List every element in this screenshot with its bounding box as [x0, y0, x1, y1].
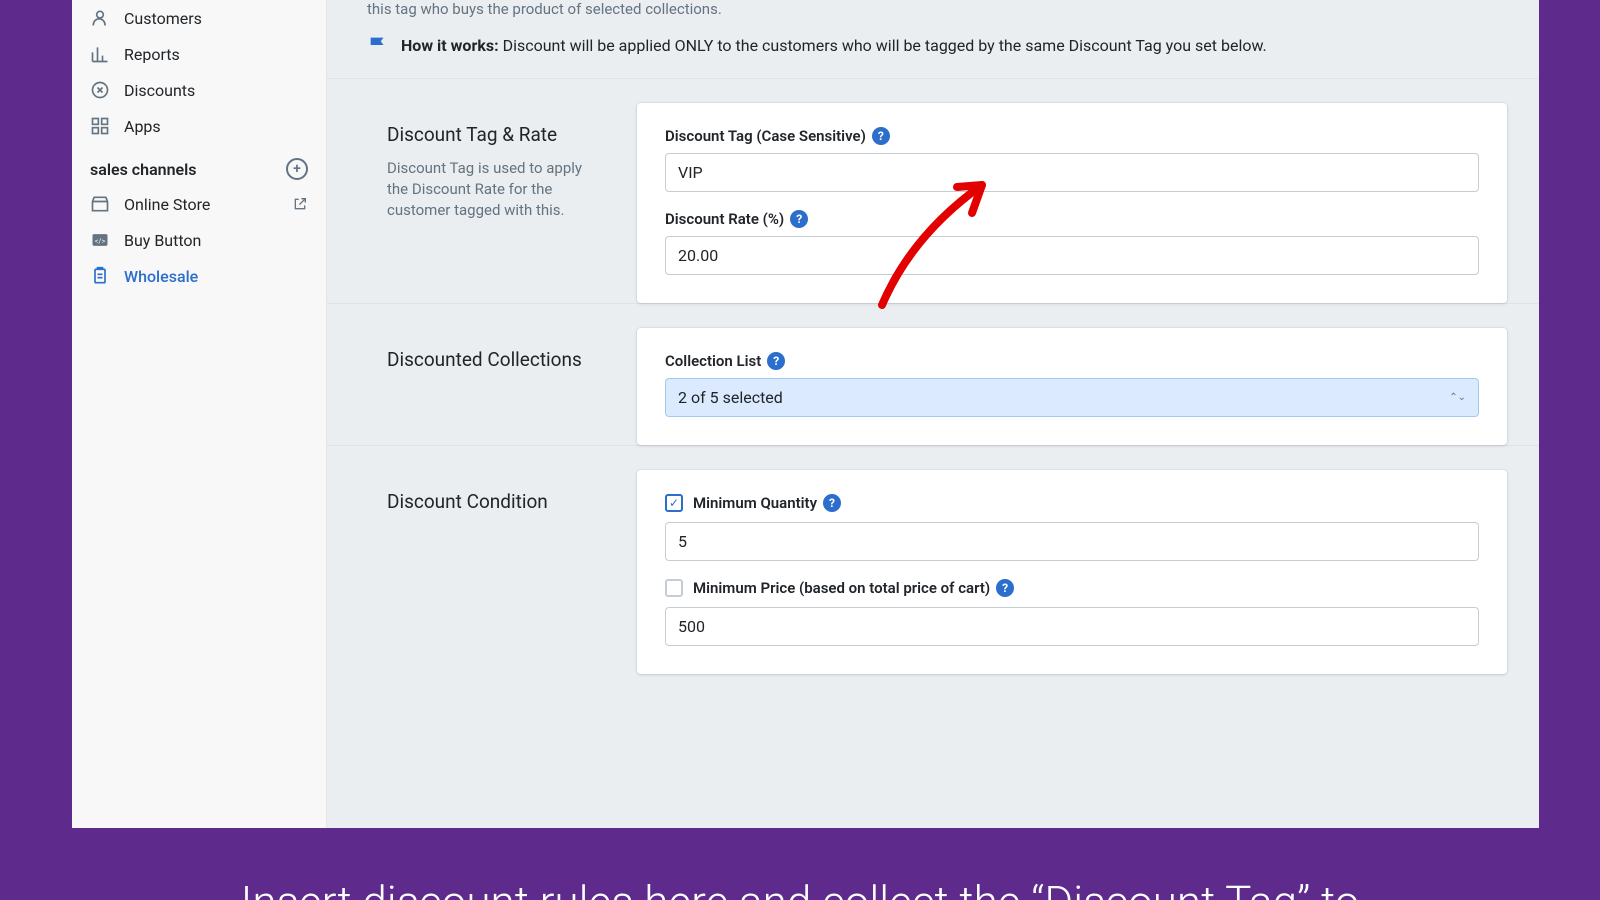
app-shell: Customers Reports Discounts Apps sales c… — [72, 0, 1539, 850]
collection-list-select[interactable]: 2 of 5 selected ⌃⌄ — [665, 378, 1479, 417]
store-icon — [90, 194, 110, 214]
section-desc: Discount Tag is used to apply the Discou… — [387, 158, 597, 221]
tag-icon — [90, 80, 110, 100]
how-it-works-banner: How it works: Discount will be applied O… — [327, 18, 1539, 78]
nav-label: Customers — [124, 9, 202, 28]
help-icon[interactable]: ? — [872, 127, 890, 145]
section-header-label: sales channels — [90, 160, 197, 179]
nav-item-apps[interactable]: Apps — [72, 108, 326, 144]
channel-label: Buy Button — [124, 231, 201, 250]
add-channel-button[interactable]: + — [286, 158, 308, 180]
banner-truncated-text: this tag who buys the product of selecte… — [327, 0, 1539, 18]
main-content: this tag who buys the product of selecte… — [327, 0, 1539, 850]
external-link-icon[interactable] — [292, 196, 308, 212]
help-icon[interactable]: ? — [790, 210, 808, 228]
caret-icon: ⌃⌄ — [1449, 392, 1466, 403]
svg-text:</>: </> — [95, 236, 106, 245]
nav-label: Apps — [124, 117, 161, 136]
person-icon — [90, 8, 110, 28]
sales-channels-header: sales channels + — [72, 144, 326, 186]
channel-label: Online Store — [124, 195, 210, 214]
clipboard-icon — [90, 266, 110, 286]
nav-item-customers[interactable]: Customers — [72, 0, 326, 36]
channel-online-store[interactable]: Online Store — [72, 186, 326, 222]
chart-icon — [90, 44, 110, 64]
min-price-input[interactable] — [665, 607, 1479, 646]
nav-label: Reports — [124, 45, 180, 64]
min-qty-input[interactable] — [665, 522, 1479, 561]
card-condition: ✓ Minimum Quantity ? Minimum Price (base… — [637, 470, 1507, 674]
section-discount-condition: Discount Condition ✓ Minimum Quantity ? — [327, 445, 1539, 674]
discount-tag-input[interactable] — [665, 153, 1479, 192]
discount-rate-input[interactable] — [665, 236, 1479, 275]
section-title: Discount Tag & Rate — [387, 123, 597, 146]
flag-icon — [367, 34, 389, 56]
section-discounted-collections: Discounted Collections Collection List ?… — [327, 303, 1539, 445]
caption-banner: Insert discount rules here and collect t… — [0, 828, 1600, 900]
channel-wholesale[interactable]: Wholesale — [72, 258, 326, 294]
card-collections: Collection List ? 2 of 5 selected ⌃⌄ — [637, 328, 1507, 445]
min-qty-checkbox[interactable]: ✓ — [665, 494, 683, 512]
section-title: Discount Condition — [387, 490, 597, 513]
min-price-checkbox[interactable] — [665, 579, 683, 597]
section-discount-tag-rate: Discount Tag & Rate Discount Tag is used… — [327, 78, 1539, 303]
min-qty-label: Minimum Quantity — [693, 494, 817, 512]
section-title: Discounted Collections — [387, 348, 597, 371]
card-tag-rate: Discount Tag (Case Sensitive) ? Discount… — [637, 103, 1507, 303]
help-icon[interactable]: ? — [767, 352, 785, 370]
help-icon[interactable]: ? — [996, 579, 1014, 597]
how-it-works-text: Discount will be applied ONLY to the cus… — [503, 36, 1267, 55]
code-icon: </> — [90, 230, 110, 250]
caption-text: Insert discount rules here and collect t… — [241, 876, 1360, 900]
channel-buy-button[interactable]: </> Buy Button — [72, 222, 326, 258]
min-price-row: Minimum Price (based on total price of c… — [665, 579, 1479, 597]
sidebar: Customers Reports Discounts Apps sales c… — [72, 0, 327, 850]
min-price-label: Minimum Price (based on total price of c… — [693, 579, 990, 597]
min-qty-row: ✓ Minimum Quantity ? — [665, 494, 1479, 512]
nav-label: Discounts — [124, 81, 195, 100]
select-value: 2 of 5 selected — [678, 388, 783, 407]
collection-list-label: Collection List ? — [665, 352, 1479, 370]
nav-item-discounts[interactable]: Discounts — [72, 72, 326, 108]
apps-icon — [90, 116, 110, 136]
channel-label: Wholesale — [124, 267, 198, 286]
nav-item-reports[interactable]: Reports — [72, 36, 326, 72]
help-icon[interactable]: ? — [823, 494, 841, 512]
how-it-works-label: How it works: — [401, 36, 499, 55]
discount-rate-label: Discount Rate (%) ? — [665, 210, 1479, 228]
discount-tag-label: Discount Tag (Case Sensitive) ? — [665, 127, 1479, 145]
